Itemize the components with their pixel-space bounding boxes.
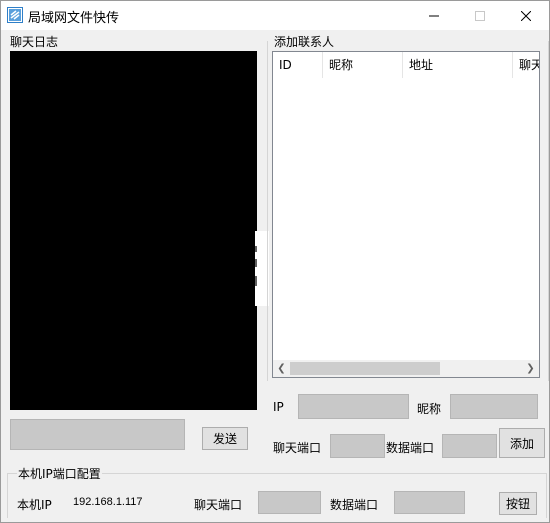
ip-label: IP — [273, 400, 284, 414]
horizontal-scrollbar[interactable]: ❮ ❯ — [273, 360, 539, 377]
main-window: 局域网文件快传 聊天日志 发送 添加联系人 ID 昵称 地址 聊天 ❮ ❯ IP — [0, 0, 550, 523]
local-ip-value: 192.168.1.117 — [73, 496, 143, 508]
local-data-port-input[interactable] — [394, 491, 465, 514]
scroll-left-icon[interactable]: ❮ — [273, 360, 290, 377]
add-contact-button[interactable]: 添加 — [499, 428, 545, 458]
window-title: 局域网文件快传 — [28, 11, 120, 26]
local-chat-port-label: 聊天端口 — [194, 498, 243, 512]
column-header-address[interactable]: 地址 — [403, 52, 513, 78]
app-icon — [7, 7, 23, 23]
nickname-label: 昵称 — [417, 402, 442, 416]
local-data-port-label: 数据端口 — [330, 498, 379, 512]
chat-log-area[interactable] — [10, 51, 257, 410]
local-chat-port-input[interactable] — [258, 491, 321, 514]
config-button[interactable]: 按钮 — [499, 492, 537, 515]
contacts-list[interactable]: ID 昵称 地址 聊天 ❮ ❯ — [272, 51, 540, 378]
maximize-button[interactable] — [457, 1, 503, 30]
contact-data-port-input[interactable] — [442, 434, 497, 458]
send-button[interactable]: 发送 — [202, 427, 248, 450]
contact-ip-input[interactable] — [298, 394, 409, 419]
minimize-button[interactable] — [411, 1, 457, 30]
chat-log-label: 聊天日志 — [9, 33, 60, 50]
maximize-icon — [475, 10, 485, 21]
scroll-thumb[interactable] — [290, 362, 440, 375]
title-bar: 局域网文件快传 — [1, 1, 549, 30]
contact-chat-port-input[interactable] — [330, 434, 385, 458]
contact-nickname-input[interactable] — [450, 394, 538, 419]
local-ip-label: 本机IP — [17, 498, 52, 512]
chat-port-label: 聊天端口 — [273, 441, 322, 455]
column-header-nickname[interactable]: 昵称 — [323, 52, 403, 78]
contacts-label: 添加联系人 — [273, 33, 336, 50]
data-port-label: 数据端口 — [386, 441, 435, 455]
local-config-label: 本机IP端口配置 — [17, 465, 102, 482]
minimize-icon — [429, 15, 439, 16]
column-header-chat[interactable]: 聊天 — [513, 52, 539, 78]
message-input[interactable] — [10, 419, 185, 450]
scroll-right-icon[interactable]: ❯ — [522, 360, 539, 377]
column-header-id[interactable]: ID — [273, 52, 323, 78]
close-button[interactable] — [503, 1, 549, 30]
close-icon — [521, 10, 531, 21]
